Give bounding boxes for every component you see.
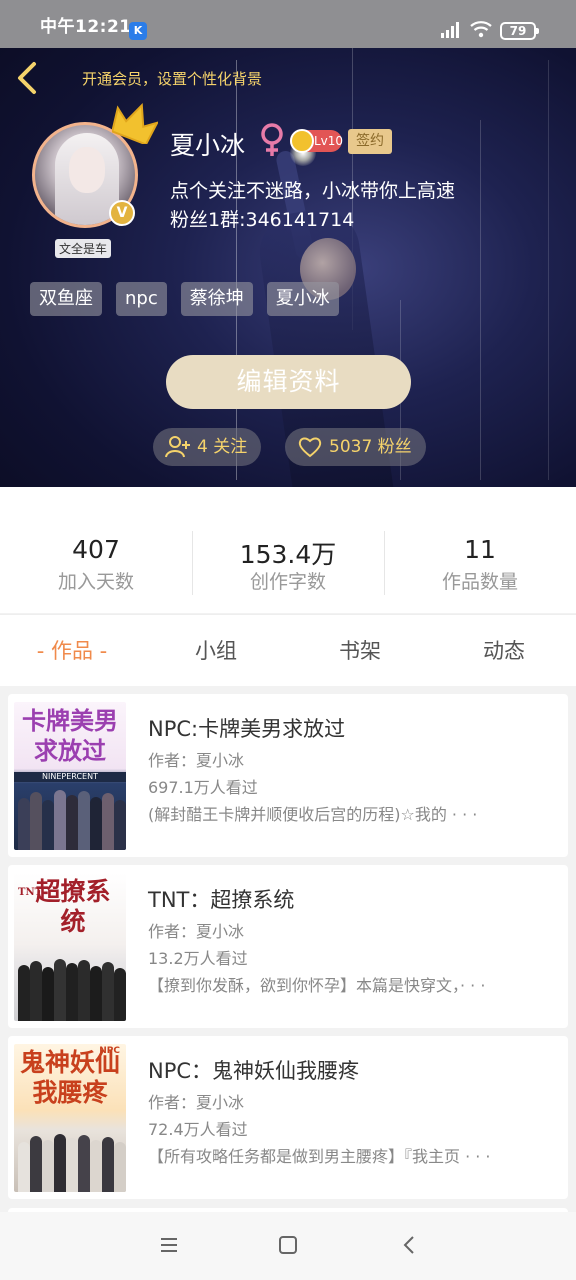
cover-title: 超撩系统 — [35, 877, 111, 936]
book-cover: 鬼神妖仙我腰疼 NPC — [14, 1044, 126, 1192]
verified-badge: V — [109, 200, 135, 226]
book-description: 【所有攻略任务都是做到男主腰疼】『我主页 · · · — [148, 1147, 491, 1166]
stat-label: 作品数量 — [441, 571, 518, 593]
cover-subtitle: NPC — [99, 1046, 120, 1056]
system-nav-bar — [0, 1212, 576, 1280]
book-card[interactable]: 卡牌美男求放过 NINEPERCENT NPC:卡牌美男求放过 作者：夏小冰 6… — [8, 694, 568, 857]
stat-words: 153.4万 创作字数 — [192, 487, 384, 613]
level-text: Lv10 — [314, 134, 344, 148]
book-cover: 超撩系统 TNT — [14, 873, 126, 1021]
level-crown-icon — [290, 129, 314, 153]
back-button[interactable] — [14, 58, 42, 98]
heart-icon — [298, 437, 322, 458]
tag-item[interactable]: 蔡徐坤 — [180, 282, 253, 316]
level-badge: Lv10 — [290, 129, 344, 153]
stat-value: 407 — [72, 535, 120, 564]
crown-icon — [112, 102, 158, 144]
fans-count: 5037 粉丝 — [329, 437, 412, 457]
signed-badge: 签约 — [348, 129, 392, 154]
book-title: NPC:卡牌美男求放过 — [148, 717, 346, 741]
vip-background-tip[interactable]: 开通会员，设置个性化背景 — [82, 68, 262, 89]
menu-icon[interactable] — [158, 1234, 180, 1256]
cover-title: 卡牌美男求放过 — [22, 706, 118, 765]
app-notification-icon: K — [129, 22, 147, 40]
edit-profile-button[interactable]: 编辑资料 — [166, 355, 411, 409]
tag-list: 双鱼座 npc 蔡徐坤 夏小冰 — [30, 282, 339, 316]
book-description: 【撩到你发酥，欲到你怀孕】本篇是快穿文，· · · — [148, 976, 486, 995]
cover-subtitle: TNT — [18, 887, 43, 898]
book-description: (解封醋王卡牌并顺便收后宫的历程)☆我的 · · · — [148, 805, 478, 824]
cover-people — [14, 1118, 126, 1192]
stat-label: 创作字数 — [249, 571, 326, 593]
tab-groups[interactable]: 小组 — [144, 615, 288, 686]
stat-value: 11 — [464, 535, 496, 564]
tab-bookshelf[interactable]: 书架 — [288, 615, 432, 686]
bio-line-1: 点个关注不迷路，小冰带你上高速 — [170, 180, 456, 202]
profile-tabs: - 作品 - 小组 书架 动态 — [0, 614, 576, 686]
decor-ray — [548, 60, 549, 480]
book-views: 13.2万人看过 — [148, 949, 248, 968]
add-user-icon — [165, 436, 190, 458]
book-author: 作者：夏小冰 — [148, 1093, 245, 1112]
bio-line-2: 粉丝1群:346141714 — [170, 209, 355, 231]
battery-icon: 79 — [500, 22, 539, 40]
book-card[interactable]: 鬼神妖仙我腰疼 NPC NPC：鬼神妖仙我腰疼 作者：夏小冰 72.4万人看过 … — [8, 1036, 568, 1199]
home-icon[interactable] — [277, 1234, 299, 1256]
following-count: 4 关注 — [197, 437, 248, 457]
cover-title: 鬼神妖仙我腰疼 — [20, 1048, 121, 1107]
avatar-caption: 文全是车 — [55, 239, 112, 258]
back-arrow-icon — [18, 62, 36, 94]
stat-works: 11 作品数量 — [384, 487, 576, 613]
female-icon — [261, 123, 283, 156]
decor-ray — [480, 120, 481, 480]
tag-item[interactable]: 双鱼座 — [30, 282, 102, 316]
tag-item[interactable]: npc — [116, 282, 167, 316]
status-bar: 中午12:21 K 79 — [0, 0, 576, 48]
stat-label: 加入天数 — [57, 571, 134, 593]
fans-button[interactable]: 5037 粉丝 — [285, 428, 426, 466]
book-author: 作者：夏小冰 — [148, 751, 245, 770]
wifi-icon — [470, 21, 492, 38]
book-author: 作者：夏小冰 — [148, 922, 245, 941]
book-title: TNT：超撩系统 — [148, 888, 295, 912]
username: 夏小冰 — [170, 131, 246, 160]
stats-panel: 407 加入天数 153.4万 创作字数 11 作品数量 — [0, 487, 576, 613]
tab-works[interactable]: - 作品 - — [0, 615, 144, 686]
following-button[interactable]: 4 关注 — [153, 428, 262, 466]
cover-people — [14, 776, 126, 850]
book-title: NPC：鬼神妖仙我腰疼 — [148, 1059, 360, 1083]
signal-icon — [441, 22, 459, 38]
profile-header: 开通会员，设置个性化背景 V 文全是车 夏小冰 Lv10 签约 点个关注不迷路，… — [0, 0, 576, 487]
book-card[interactable]: 超撩系统 TNT TNT：超撩系统 作者：夏小冰 13.2万人看过 【撩到你发酥… — [8, 865, 568, 1028]
avatar-face — [69, 147, 105, 193]
stat-days: 407 加入天数 — [0, 487, 192, 613]
tag-item[interactable]: 夏小冰 — [266, 282, 339, 316]
book-views: 697.1万人看过 — [148, 778, 258, 797]
cover-people — [14, 947, 126, 1021]
stat-value: 153.4万 — [239, 540, 337, 569]
book-views: 72.4万人看过 — [148, 1120, 248, 1139]
status-time: 中午12:21 — [40, 17, 132, 37]
back-nav-icon[interactable] — [398, 1234, 420, 1256]
book-cover: 卡牌美男求放过 NINEPERCENT — [14, 702, 126, 850]
decor-ray — [236, 60, 237, 480]
tab-activity[interactable]: 动态 — [432, 615, 576, 686]
